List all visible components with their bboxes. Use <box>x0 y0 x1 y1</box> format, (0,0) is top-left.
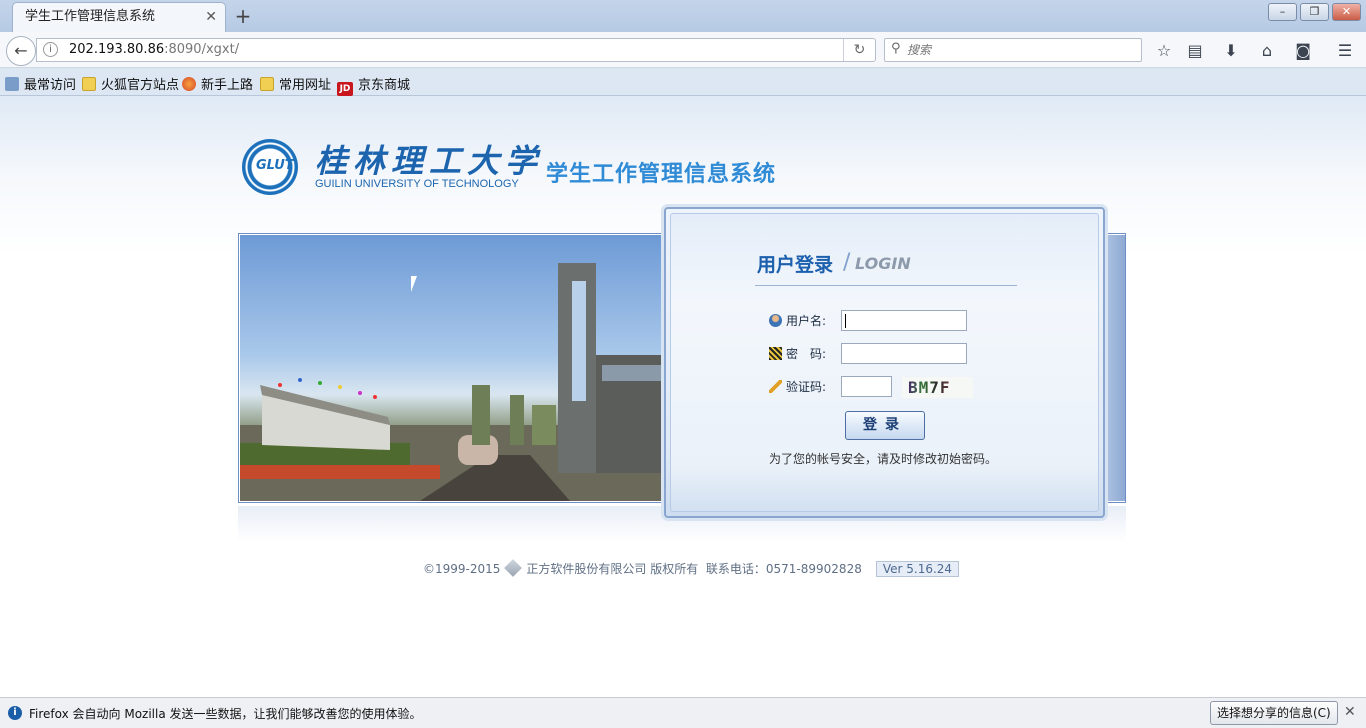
menu-icon[interactable]: ☰ <box>1334 40 1356 62</box>
folder-icon <box>82 77 96 91</box>
system-title: 学生工作管理信息系统 <box>546 162 777 187</box>
tab-title: 学生工作管理信息系统 <box>25 9 156 24</box>
bookmark-label: 最常访问 <box>24 78 77 93</box>
bookmark-jd[interactable]: JD 京东商城 <box>337 74 410 96</box>
campus-gate-photo <box>240 235 662 501</box>
url-host: 202.193.80.86 <box>69 42 165 57</box>
new-tab-button[interactable]: + <box>234 4 252 28</box>
back-arrow-icon[interactable]: ← <box>6 36 36 66</box>
mouse-cursor-icon <box>411 276 423 292</box>
bookmark-most-visited[interactable]: 最常访问 <box>5 74 76 93</box>
tab-close-icon[interactable]: ✕ <box>205 3 217 31</box>
username-label: 用户名: <box>786 314 827 328</box>
minimize-button[interactable]: – <box>1268 3 1297 21</box>
firefox-icon <box>182 77 196 91</box>
pencil-icon <box>769 380 782 393</box>
phone-text: 联系电话：0571-89902828 <box>705 562 862 576</box>
home-icon[interactable]: ⌂ <box>1256 40 1278 62</box>
username-input[interactable] <box>841 310 967 331</box>
folder-icon <box>260 77 274 91</box>
bookmark-getting-started[interactable]: 新手上路 <box>182 74 253 93</box>
seal-text: GLUT <box>256 158 294 173</box>
lock-icon <box>769 347 782 360</box>
login-button[interactable]: 登录 <box>845 411 925 440</box>
company-text: 正方软件股份有限公司 版权所有 <box>526 562 699 576</box>
bookmark-label: 常用网址 <box>279 78 332 93</box>
page-content: GLUT 桂林理工大学 GUILIN UNIVERSITY OF TECHNOL… <box>0 96 1366 696</box>
restore-button[interactable]: ❐ <box>1300 3 1329 21</box>
login-title: 用户登录 <box>757 254 834 276</box>
notification-info-icon: i <box>8 706 22 720</box>
url-text: 202.193.80.86:8090/xgxt/ <box>69 42 239 57</box>
version-badge: Ver 5.16.24 <box>875 561 960 577</box>
notification-bar: i Firefox 会自动向 Mozilla 发送一些数据，让我们能够改善您的使… <box>0 697 1366 728</box>
share-data-button[interactable]: 选择想分享的信息(C) <box>1210 701 1338 725</box>
password-hint: 为了您的帐号安全，请及时修改初始密码。 <box>769 452 998 466</box>
login-divider <box>755 285 1017 286</box>
username-row: 用户名: <box>769 312 826 329</box>
info-icon[interactable]: i <box>43 42 58 57</box>
search-input[interactable] <box>907 41 1127 59</box>
password-input[interactable] <box>841 343 967 364</box>
captcha-input[interactable] <box>841 376 892 397</box>
bookmark-common-sites[interactable]: 常用网址 <box>260 74 331 93</box>
reload-icon[interactable]: ↻ <box>843 39 875 61</box>
bookmark-label: 火狐官方站点 <box>101 78 180 93</box>
password-row: 密 码: <box>769 345 826 362</box>
close-window-button[interactable]: ✕ <box>1332 3 1361 21</box>
search-bar[interactable]: ⚲ <box>884 38 1142 62</box>
notification-message: Firefox 会自动向 Mozilla 发送一些数据，让我们能够改善您的使用体… <box>29 707 422 721</box>
captcha-label: 验证码: <box>786 380 827 394</box>
footer: ©1999-2015 正方软件股份有限公司 版权所有 联系电话：0571-8990… <box>423 559 960 577</box>
notification-close-icon[interactable]: ✕ <box>1344 704 1356 720</box>
captcha-text: BM7F <box>908 378 951 397</box>
search-icon: ⚲ <box>891 41 901 56</box>
login-title-en: LOGIN <box>855 254 911 273</box>
company-cube-icon <box>504 559 523 577</box>
download-icon[interactable]: ⬇ <box>1220 40 1242 62</box>
tab-active[interactable]: 学生工作管理信息系统 ✕ <box>12 2 226 32</box>
pocket-icon[interactable]: ◙ <box>1292 40 1314 62</box>
copyright-text: ©1999-2015 <box>423 562 501 576</box>
login-panel: 用户登录 / LOGIN 用户名: 密 码: 验证码: BM7F 登录 为了您的… <box>664 207 1105 518</box>
password-label: 密 码: <box>786 347 827 361</box>
school-name-en: GUILIN UNIVERSITY OF TECHNOLOGY <box>315 178 519 190</box>
user-icon <box>769 314 782 327</box>
university-seal-logo: GLUT <box>242 139 298 195</box>
browser-chrome: 学生工作管理信息系统 ✕ + – ❐ ✕ ← i 202.193.80.86:8… <box>0 0 1366 96</box>
url-path: :8090/xgxt/ <box>164 42 240 57</box>
school-name-cn: 桂林理工大学 <box>315 142 544 180</box>
url-bar[interactable]: i 202.193.80.86:8090/xgxt/ ↻ <box>36 38 876 62</box>
login-panel-inner: 用户登录 / LOGIN 用户名: 密 码: 验证码: BM7F 登录 为了您的… <box>670 213 1099 512</box>
captcha-row: 验证码: <box>769 378 826 395</box>
navigation-bar: ← i 202.193.80.86:8090/xgxt/ ↻ ⚲ ☆ ▤ ⬇ ⌂… <box>0 32 1366 68</box>
bookmark-label: 京东商城 <box>358 78 411 93</box>
jd-icon: JD <box>337 82 353 96</box>
most-visited-icon <box>5 77 19 91</box>
bookmark-star-icon[interactable]: ☆ <box>1153 40 1175 62</box>
bookmark-firefox-site[interactable]: 火狐官方站点 <box>82 74 179 93</box>
tab-strip: 学生工作管理信息系统 ✕ + – ❐ ✕ <box>0 0 1366 32</box>
bookmarks-toolbar: 最常访问 火狐官方站点 新手上路 常用网址 JD 京东商城 <box>0 69 1366 96</box>
bookmark-label: 新手上路 <box>201 78 254 93</box>
reader-list-icon[interactable]: ▤ <box>1184 40 1206 62</box>
login-title-separator: / <box>843 250 851 275</box>
campus-gate-illustration <box>240 263 662 501</box>
captcha-image[interactable]: BM7F <box>902 377 973 398</box>
